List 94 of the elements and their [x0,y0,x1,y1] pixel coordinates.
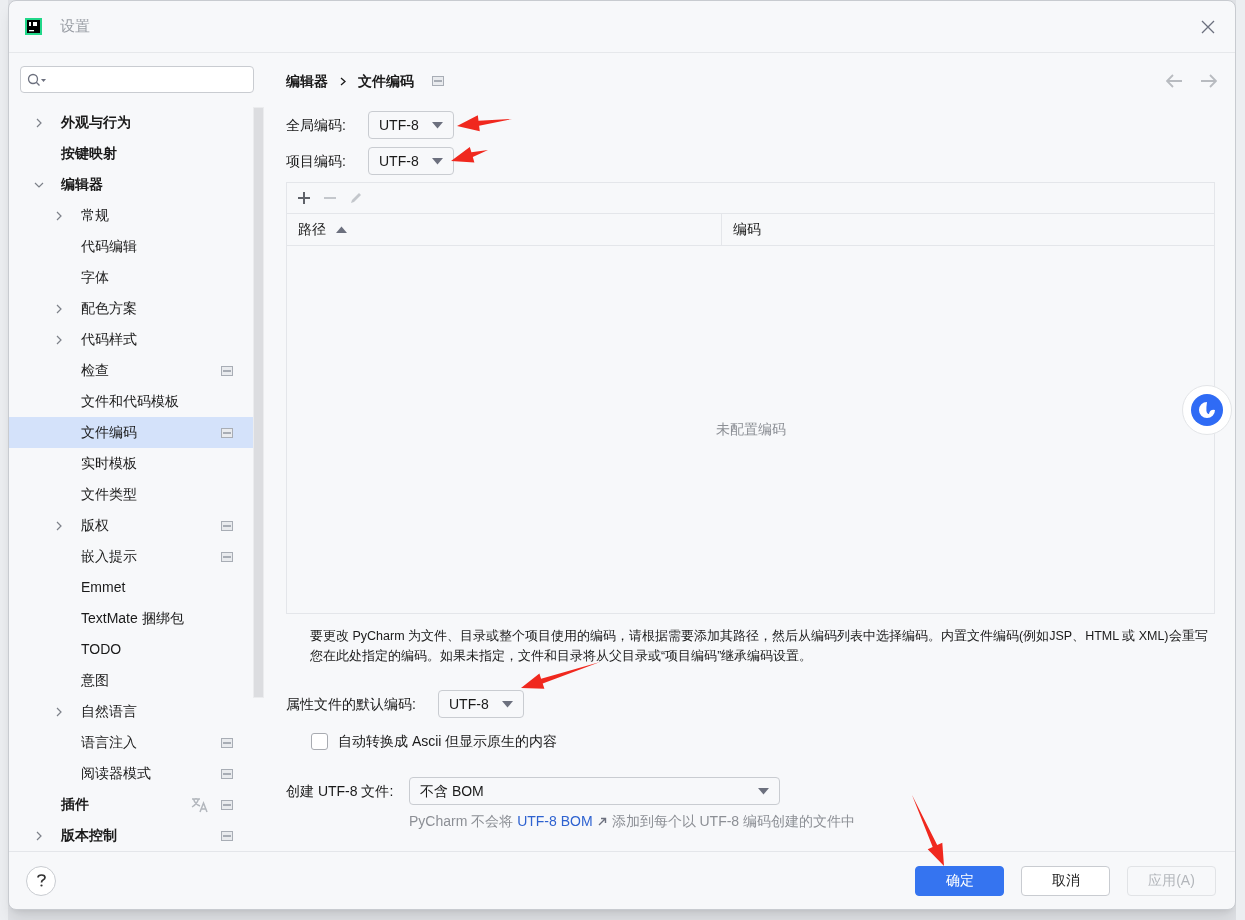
encoding-dropdown[interactable]: UTF-8 [368,147,454,175]
tree-item-label: 嵌入提示 [81,547,137,566]
tree-item-label: 常规 [81,206,109,225]
ok-button[interactable]: 确定 [915,865,1004,896]
help-button[interactable] [26,865,56,896]
tree-item[interactable]: 文件编码 [9,417,253,448]
tree-item[interactable]: 按键映射 [9,138,253,169]
checkbox[interactable] [311,732,328,750]
tree-item-label: 版权 [81,516,109,535]
chevron-right-icon[interactable] [54,210,64,221]
tree-item-label: TODO [81,640,122,659]
tree-item-label: 版本控制 [61,826,117,845]
window-title: 设置 [60,16,90,37]
tree-item[interactable]: 插件 [9,789,253,820]
field-label: 属性文件的默认编码: [286,694,417,714]
encoding-dropdown[interactable]: UTF-8 [368,111,454,139]
chevron-right-icon[interactable] [54,520,64,531]
chevron-right-icon[interactable] [34,117,44,128]
tree-item-label: 意图 [81,671,109,690]
tree-item[interactable]: 配色方案 [9,293,253,324]
encoding-dropdown[interactable]: UTF-8 [438,690,524,718]
tree-item-label: TextMate 捆绑包 [81,609,184,628]
field-label: 创建 UTF-8 文件: [286,781,395,801]
tree-item-label: 文件类型 [81,485,137,504]
tree-item-label: 实时模板 [81,454,137,473]
annotation-arrow [457,115,512,132]
tree-item[interactable]: 文件类型 [9,479,253,510]
tree-item[interactable]: 字体 [9,262,253,293]
tree-item[interactable]: 文件和代码模板 [9,386,253,417]
caret-icon [502,700,513,708]
annotation-arrow [912,795,944,866]
help-icon [36,874,46,887]
tree-item-label: 代码样式 [81,330,137,349]
breadcrumb-item: 文件编码 [358,71,414,91]
tree-item[interactable]: TextMate 捆绑包 [9,603,253,634]
tree-item[interactable]: 自然语言 [9,696,253,727]
tree-item-label: 字体 [81,268,109,287]
hint-text: PyCharm 不会将 UTF-8 BOM 添加到每个以 UTF-8 编码创建的文件中 [409,811,1215,832]
column-header[interactable]: 路径 [287,214,722,245]
field-label: 项目编码: [286,151,347,171]
breadcrumb-item[interactable]: 编辑器 [286,70,328,92]
utf8-bom-link[interactable]: UTF-8 BOM [517,811,593,832]
plus-icon[interactable] [297,191,311,205]
tree-item[interactable]: 版本控制 [9,820,253,851]
tree-item[interactable]: 阅读器模式 [9,758,253,789]
column-header[interactable]: 编码 [722,214,1214,245]
tree-item[interactable]: 代码编辑 [9,231,253,262]
tree-item-label: 按键映射 [61,144,117,163]
dialog-button[interactable]: 取消 [1021,865,1110,896]
tree-item-label: 外观与行为 [61,113,131,132]
tree-item[interactable]: 语言注入 [9,727,253,758]
tree-item-label: 阅读器模式 [81,764,151,783]
app-logo-icon [25,18,42,35]
tree-item-label: 配色方案 [81,299,137,318]
annotation-arrow [451,147,488,163]
tree-item[interactable]: 外观与行为 [9,107,253,138]
assistant-logo-icon [1190,393,1224,427]
tree-item[interactable]: 嵌入提示 [9,541,253,572]
tree-item[interactable]: 检查 [9,355,253,386]
tree-item-label: 代码编辑 [81,237,137,256]
search-field[interactable] [20,66,254,93]
tree-item[interactable]: 实时模板 [9,448,253,479]
tree-item[interactable]: TODO [9,634,253,665]
tree-item[interactable]: 常规 [9,200,253,231]
close-icon[interactable] [1201,19,1215,34]
tree-item-label: 文件编码 [81,423,137,442]
tree-item-label: 编辑器 [61,175,103,194]
ascii-checkbox[interactable]: 自动转换成 Ascii 但显示原生的内容 [311,727,1215,755]
tree-item[interactable]: 代码样式 [9,324,253,355]
search-icon [27,72,47,87]
tree-item-label: 语言注入 [81,733,137,752]
caret-icon [432,121,443,129]
caret-icon [432,157,443,165]
chevron-right-icon[interactable] [54,334,64,345]
chevron-right-icon[interactable] [34,830,44,841]
empty-table-text: 未配置编码 [715,420,786,439]
chevron-right-icon [340,76,346,86]
tree-item[interactable]: 版权 [9,510,253,541]
tree-item-label: 检查 [81,361,109,380]
tree-item[interactable]: 意图 [9,665,253,696]
scrollbar[interactable] [253,107,264,698]
tree-item-label: 插件 [61,795,89,814]
tree-item[interactable]: 编辑器 [9,169,253,200]
tree-item-label: 自然语言 [81,702,137,721]
external-link-icon [597,817,607,826]
description-text: 要更改 PyCharm 为文件、目录或整个项目使用的编码，请根据需要添加其路径，然后从编码列表中选择编码。内置文件编码(例如JSP、HTML 或 XML)会重写您在此处指定的编码。如果未指定，文件和目录将从父目录或“项目编码”继承编码设置。 [309,628,1209,665]
chevron-right-icon[interactable] [54,706,64,717]
bom-dropdown[interactable]: 不含 BOM [409,777,780,805]
tree-item[interactable]: Emmet [9,572,253,603]
field-label: 全局编码: [286,115,347,135]
tree-item-label: Emmet [81,578,126,597]
caret-icon [758,787,769,795]
tree-item-label: 文件和代码模板 [81,392,179,411]
chevron-right-icon[interactable] [54,303,64,314]
